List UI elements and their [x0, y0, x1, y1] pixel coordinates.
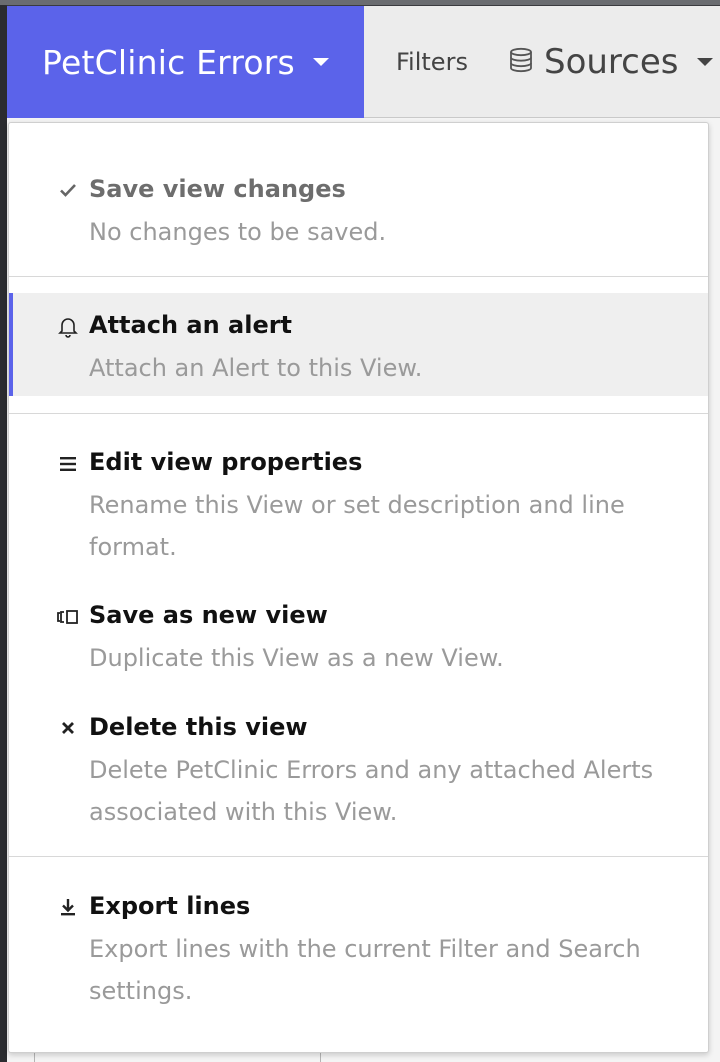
sources-label: Sources — [544, 42, 679, 82]
menu-item-description: Rename this View or set description and … — [89, 491, 625, 561]
menu-item-title: Delete this view — [89, 713, 308, 741]
check-icon — [57, 179, 79, 201]
menu-item-description: Attach an Alert to this View. — [89, 354, 423, 382]
view-name-label: PetClinic Errors — [42, 42, 295, 82]
menu-divider — [9, 856, 708, 857]
menu-item-attach-alert[interactable]: Attach an alert Attach an Alert to this … — [9, 293, 708, 396]
filters-button[interactable]: Filters — [396, 6, 468, 118]
download-icon — [57, 896, 79, 918]
menu-item-title: Attach an alert — [89, 311, 293, 339]
menu-item-title: Edit view properties — [89, 448, 363, 476]
menu-item-edit-view-properties[interactable]: Edit view properties Rename this View or… — [9, 433, 708, 568]
toolbar: Filters Sources — [364, 6, 720, 118]
chevron-down-icon — [696, 58, 713, 66]
menu-item-save-view-changes[interactable]: Save view changes No changes to be saved… — [9, 163, 708, 273]
menu-item-description: Export lines with the current Filter and… — [89, 935, 641, 1005]
database-icon — [508, 47, 534, 77]
menu-item-save-as-new-view[interactable]: Save as new view Duplicate this View as … — [9, 588, 708, 683]
menu-item-description: Duplicate this View as a new View. — [89, 644, 504, 672]
menu-item-title: Export lines — [89, 892, 251, 920]
menu-item-title: Save view changes — [89, 175, 346, 203]
top-edge — [0, 0, 720, 5]
menu-divider — [9, 413, 708, 414]
bell-icon — [57, 316, 79, 338]
view-actions-menu: Save view changes No changes to be saved… — [8, 122, 709, 1053]
menu-item-title: Save as new view — [89, 601, 328, 629]
menu-item-description: Delete PetClinic Errors and any attached… — [89, 756, 654, 826]
duplicate-icon — [57, 606, 79, 628]
view-selector-button[interactable]: PetClinic Errors — [7, 6, 364, 118]
close-icon — [57, 717, 79, 739]
menu-item-description: No changes to be saved. — [89, 218, 387, 246]
chevron-down-icon — [312, 58, 329, 66]
background-panel — [0, 5, 7, 1062]
sources-button[interactable]: Sources — [508, 6, 713, 118]
menu-divider — [9, 276, 708, 277]
menu-lines-icon — [57, 453, 79, 475]
filters-label: Filters — [396, 48, 468, 76]
menu-item-delete-view[interactable]: Delete this view Delete PetClinic Errors… — [9, 701, 708, 841]
menu-item-export-lines[interactable]: Export lines Export lines with the curre… — [9, 878, 708, 1018]
